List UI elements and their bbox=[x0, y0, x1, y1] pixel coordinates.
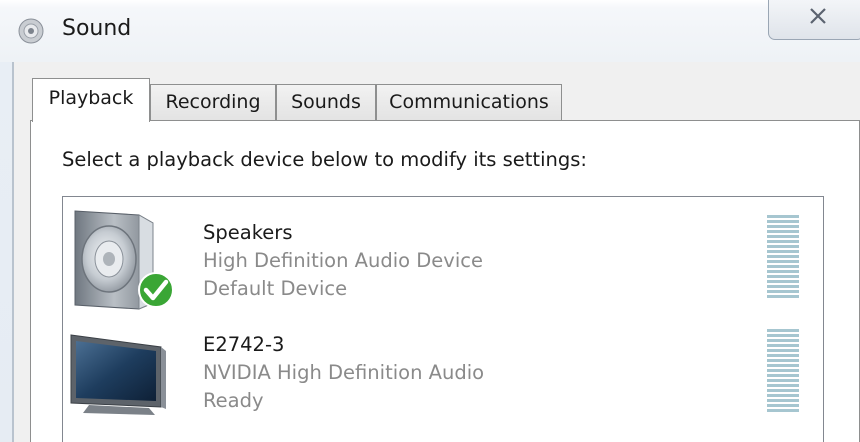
device-item-e2742-3[interactable]: E2742-3 NVIDIA High Definition Audio Rea… bbox=[63, 311, 823, 423]
speaker-icon bbox=[18, 18, 44, 44]
device-description: High Definition Audio Device bbox=[203, 249, 483, 272]
device-status: Default Device bbox=[203, 277, 348, 300]
tab-recording[interactable]: Recording bbox=[150, 84, 276, 120]
tab-playback[interactable]: Playback bbox=[32, 78, 150, 122]
tab-sounds[interactable]: Sounds bbox=[276, 84, 376, 120]
device-description: NVIDIA High Definition Audio bbox=[203, 361, 485, 384]
monitor-icon bbox=[70, 334, 166, 415]
device-name: E2742-3 bbox=[203, 333, 285, 356]
default-check-icon bbox=[138, 272, 174, 308]
level-meter bbox=[767, 215, 799, 300]
tab-communications[interactable]: Communications bbox=[376, 84, 562, 120]
sound-dialog: Sound Playback Recording Sounds Communic… bbox=[0, 0, 860, 442]
instruction-text: Select a playback device below to modify… bbox=[62, 148, 587, 171]
close-button[interactable] bbox=[768, 0, 860, 40]
device-list[interactable]: Speakers High Definition Audio Device De… bbox=[62, 196, 824, 442]
title-bar[interactable]: Sound bbox=[0, 0, 860, 62]
level-meter bbox=[767, 329, 799, 414]
close-icon bbox=[810, 8, 826, 24]
device-item-speakers[interactable]: Speakers High Definition Audio Device De… bbox=[63, 197, 823, 310]
window-title: Sound bbox=[62, 16, 132, 41]
device-status: Ready bbox=[203, 389, 264, 412]
device-name: Speakers bbox=[203, 221, 293, 244]
